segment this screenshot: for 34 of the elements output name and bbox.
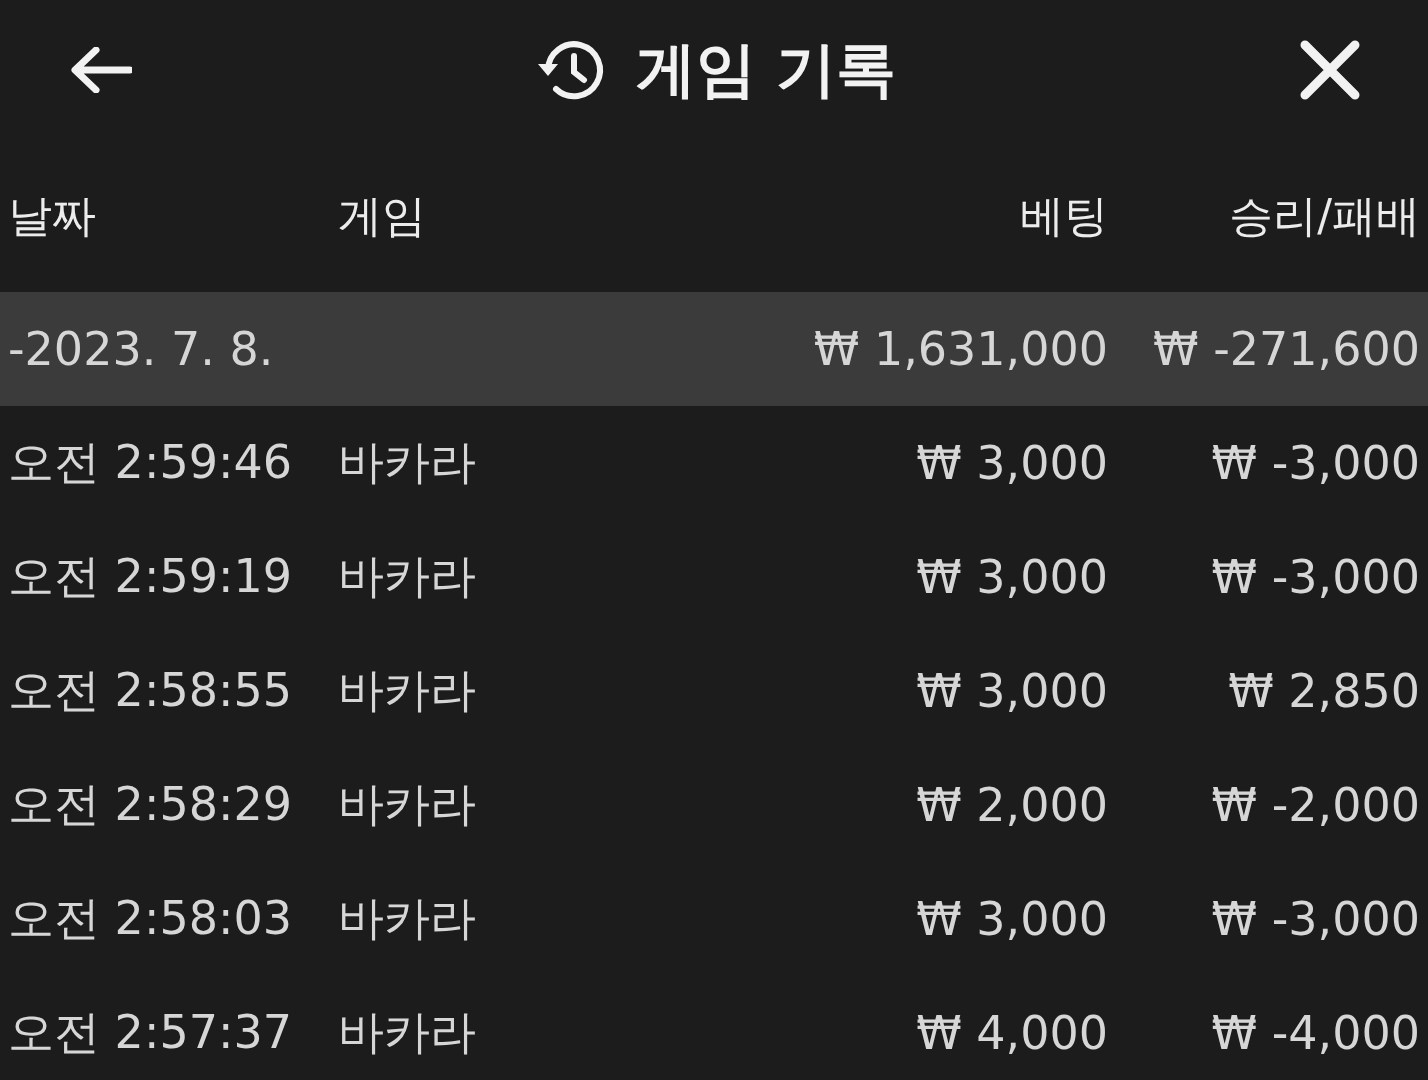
result-cell-text: ₩ -3,000 — [1210, 892, 1420, 946]
screen-title: 게임 기록 — [635, 32, 897, 106]
bet-cell-text: ₩ 3,000 — [915, 664, 1108, 718]
game-cell-text: 바카라 — [338, 548, 477, 605]
bet-cell-text: ₩ 3,000 — [915, 892, 1108, 946]
result-cell-text: ₩ -2,000 — [1210, 778, 1420, 832]
close-icon[interactable] — [1300, 40, 1360, 100]
column-header: 날짜 — [8, 188, 97, 243]
result-cell-text: ₩ -3,000 — [1210, 550, 1420, 604]
date-label: -2023. 7. 8. — [8, 322, 275, 376]
time-cell-text: 오전 2:58:55 — [8, 662, 293, 719]
total-bet: ₩ 1,631,000 — [812, 322, 1108, 376]
time-cell-text: 오전 2:58:03 — [8, 890, 293, 947]
total-result: ₩ -271,600 — [1152, 322, 1420, 376]
bet-cell-text: ₩ 3,000 — [915, 550, 1108, 604]
game-cell-text: 바카라 — [338, 1004, 477, 1061]
game-cell-text: 바카라 — [338, 776, 477, 833]
result-cell-text: ₩ 2,850 — [1227, 664, 1420, 718]
back-icon[interactable] — [70, 47, 132, 93]
time-cell-text: 오전 2:59:19 — [8, 548, 293, 605]
bet-cell-text: ₩ 2,000 — [915, 778, 1108, 832]
bet-cell-text: ₩ 3,000 — [915, 436, 1108, 490]
game-cell-text: 바카라 — [338, 662, 477, 719]
game-cell-text: 바카라 — [338, 434, 477, 491]
time-cell-text: 오전 2:57:37 — [8, 1004, 293, 1061]
time-cell-text: 오전 2:58:29 — [8, 776, 293, 833]
column-header: 게임 — [338, 188, 427, 243]
result-cell-text: ₩ -4,000 — [1210, 1006, 1420, 1060]
bet-cell-text: ₩ 4,000 — [915, 1006, 1108, 1060]
column-header: 승리/패배 — [1228, 188, 1420, 243]
column-header: 베팅 — [1019, 188, 1108, 243]
time-cell-text: 오전 2:59:46 — [8, 434, 293, 491]
result-cell-text: ₩ -3,000 — [1210, 436, 1420, 490]
game-cell-text: 바카라 — [338, 890, 477, 947]
